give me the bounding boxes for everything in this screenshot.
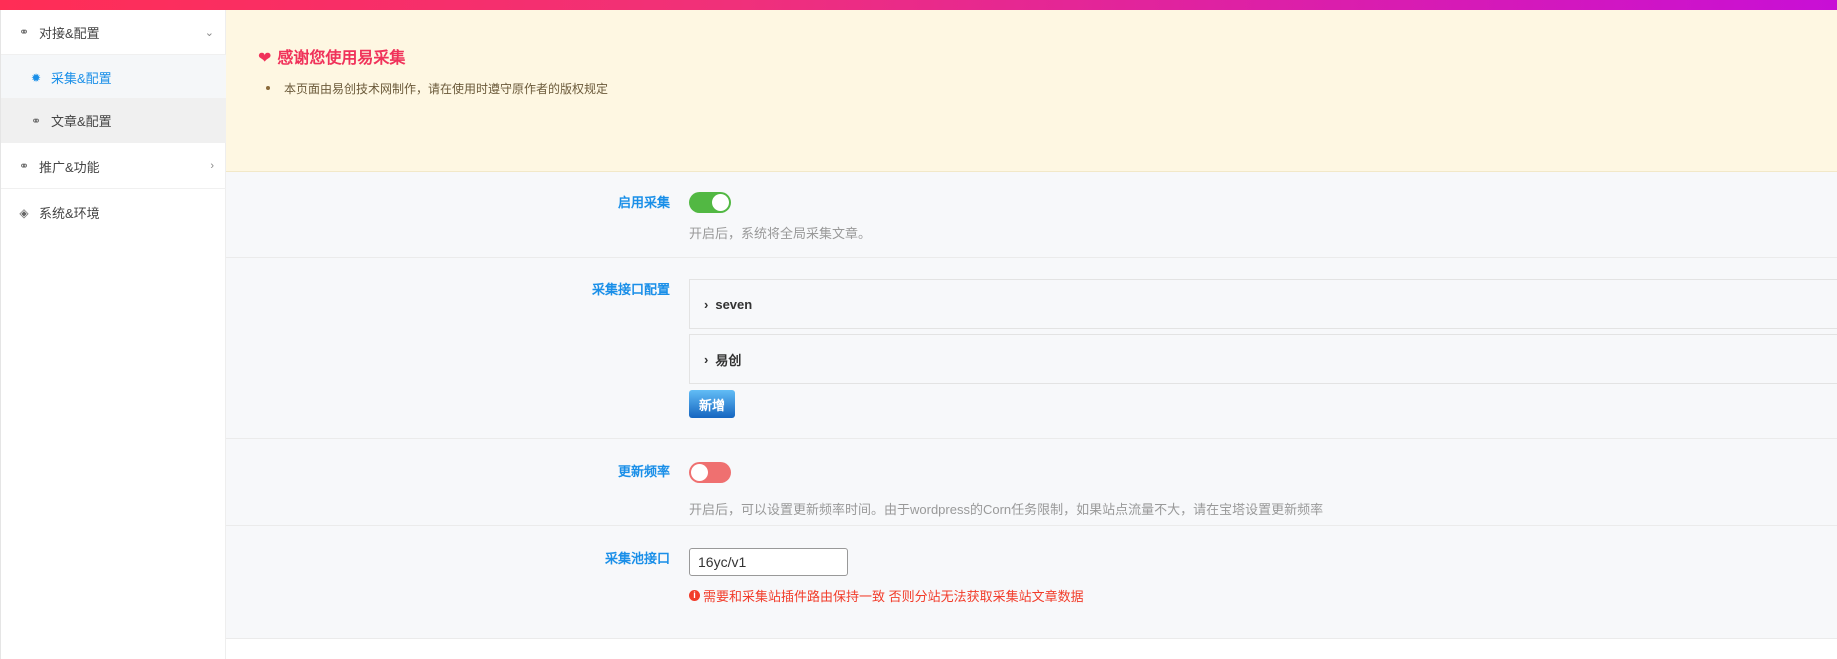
- setting-label: 采集池接口: [604, 551, 670, 566]
- main-content: ❤ 感谢您使用易采集 本页面由易创技术网制作，请在使用时遵守原作者的版权规定 启用…: [226, 10, 1837, 639]
- chevron-right-icon: ›: [210, 160, 214, 172]
- api-entry-title: 易创: [715, 352, 742, 368]
- notice-title: ❤ 感谢您使用易采集: [258, 44, 405, 68]
- setting-desc: 开启后，系统将全局采集文章。: [689, 226, 872, 241]
- notice-item: 本页面由易创技术网制作，请在使用时遵守原作者的版权规定: [284, 82, 609, 96]
- error-text: 需要和采集站插件路由保持一致 否则分站无法获取采集站文章数据: [703, 589, 1084, 604]
- chevron-down-icon: ⌄: [204, 26, 214, 39]
- api-entry-collapse[interactable]: › seven: [689, 279, 1837, 329]
- sidebar-item-label: 推广&功能: [39, 159, 100, 175]
- chevron-right-icon: ›: [704, 351, 709, 367]
- setting-label: 采集接口配置: [591, 282, 670, 297]
- setting-desc: 开启后，可以设置更新频率时间。由于wordpress的Corn任务限制，如果站点…: [689, 502, 1324, 517]
- sidebar-item-integration[interactable]: ⚭ 对接&配置 ⌄: [1, 10, 226, 55]
- api-entry-collapse[interactable]: › 易创: [689, 334, 1837, 384]
- link-icon: ⚭: [18, 159, 30, 173]
- top-gradient-bar: [0, 0, 1837, 10]
- enable-collect-toggle[interactable]: [689, 192, 731, 213]
- link-icon: ⚭: [18, 25, 30, 39]
- setting-row-pool: 采集池接口 i需要和采集站插件路由保持一致 否则分站无法获取采集站文章数据: [226, 526, 1837, 639]
- sidebar-item-label: 对接&配置: [39, 25, 100, 41]
- link-icon: ⚭: [30, 113, 42, 128]
- api-entry-title: seven: [715, 296, 753, 312]
- sidebar-item-collect-config[interactable]: ✹ 采集&配置: [1, 55, 226, 100]
- notice-panel: ❤ 感谢您使用易采集 本页面由易创技术网制作，请在使用时遵守原作者的版权规定: [226, 10, 1837, 172]
- sidebar-item-article-config[interactable]: ⚭ 文章&配置: [1, 98, 226, 143]
- sidebar: ⚭ 对接&配置 ⌄ ✹ 采集&配置 ⚭ 文章&配置 ⚭ 推广&功能 › ◈ 系统…: [0, 10, 226, 659]
- setting-row-enable: 启用采集 开启后，系统将全局采集文章。: [226, 172, 1837, 258]
- update-frequency-toggle[interactable]: [689, 462, 731, 483]
- sidebar-item-system[interactable]: ◈ 系统&环境: [1, 190, 226, 235]
- sidebar-item-label: 系统&环境: [39, 206, 100, 221]
- pool-api-input[interactable]: [689, 548, 848, 576]
- pool-error-message: i 需要和采集站插件路由保持一致 否则分站无法获取采集站文章数据: [689, 586, 1084, 605]
- sidebar-item-label: 文章&配置: [51, 114, 112, 129]
- setting-label: 启用采集: [617, 195, 670, 210]
- bullet-icon: [266, 86, 270, 90]
- setting-row-frequency: 更新频率 开启后，可以设置更新频率时间。由于wordpress的Corn任务限制…: [226, 439, 1837, 526]
- notice-title-text: 感谢您使用易采集: [277, 50, 406, 67]
- sidebar-item-label: 采集&配置: [51, 71, 112, 86]
- heart-icon: ❤: [258, 50, 272, 67]
- fox-icon: ◈: [19, 205, 29, 220]
- setting-label: 更新频率: [617, 464, 670, 479]
- add-api-button[interactable]: 新增: [689, 390, 735, 418]
- info-icon: i: [689, 590, 700, 601]
- gear-icon: ✹: [30, 70, 42, 85]
- chevron-right-icon: ›: [704, 296, 709, 312]
- sidebar-item-promotion[interactable]: ⚭ 推广&功能 ›: [1, 144, 226, 189]
- setting-row-api: 采集接口配置 › seven › 易创 新增: [226, 258, 1837, 439]
